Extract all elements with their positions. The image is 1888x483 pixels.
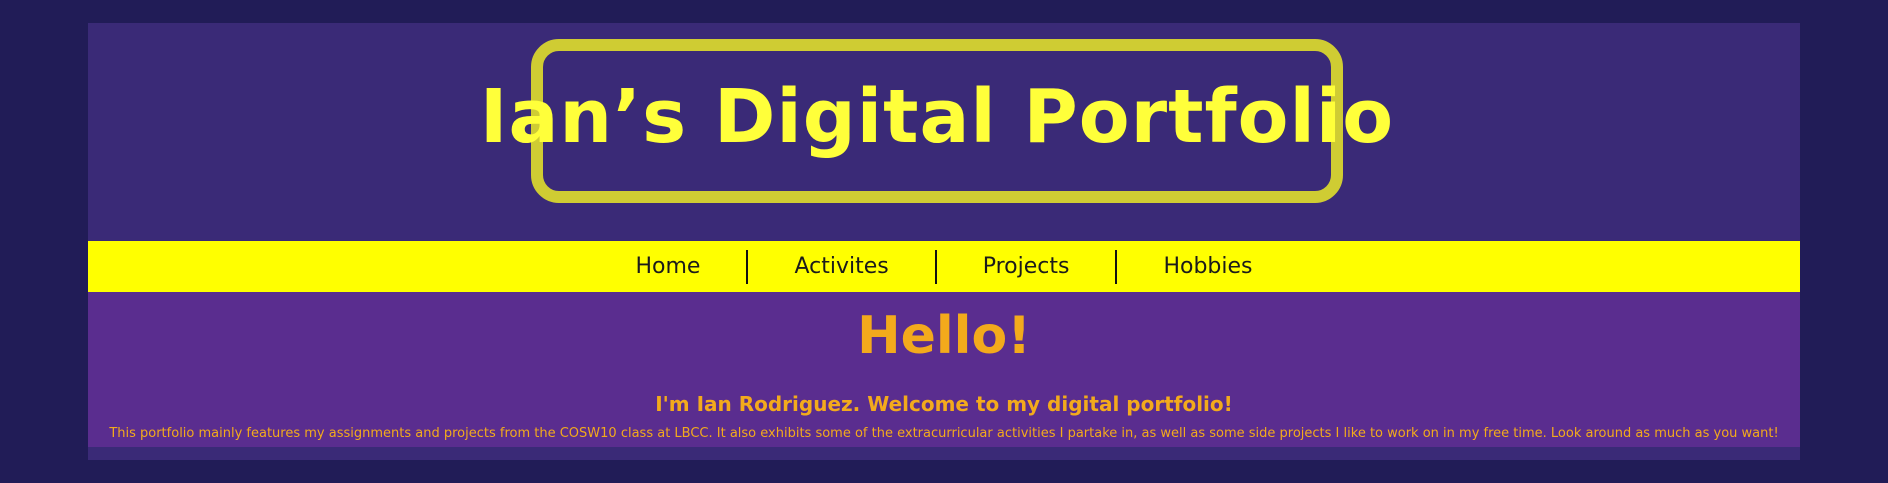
page-heading: Hello!: [857, 306, 1031, 366]
nav-item-projects[interactable]: Projects: [937, 250, 1116, 284]
intro-section: Hello! I'm Ian Rodriguez. Welcome to my …: [88, 292, 1800, 447]
logo-text: Ian’s Digital Portfolio: [479, 74, 1395, 160]
main-nav: Home Activites Projects Hobbies: [88, 241, 1800, 292]
page-container: Ian’s Digital Portfolio Home Activites P…: [88, 23, 1800, 460]
portfolio-description: This portfolio mainly features my assign…: [109, 426, 1779, 441]
welcome-subheading: I'm Ian Rodriguez. Welcome to my digital…: [655, 392, 1233, 416]
nav-item-hobbies[interactable]: Hobbies: [1117, 250, 1298, 284]
nav-item-home[interactable]: Home: [589, 250, 746, 284]
nav-item-activities[interactable]: Activites: [748, 250, 934, 284]
site-logo[interactable]: Ian’s Digital Portfolio: [480, 39, 1393, 203]
footer-strip: [88, 447, 1800, 460]
site-header: Ian’s Digital Portfolio: [88, 23, 1800, 241]
